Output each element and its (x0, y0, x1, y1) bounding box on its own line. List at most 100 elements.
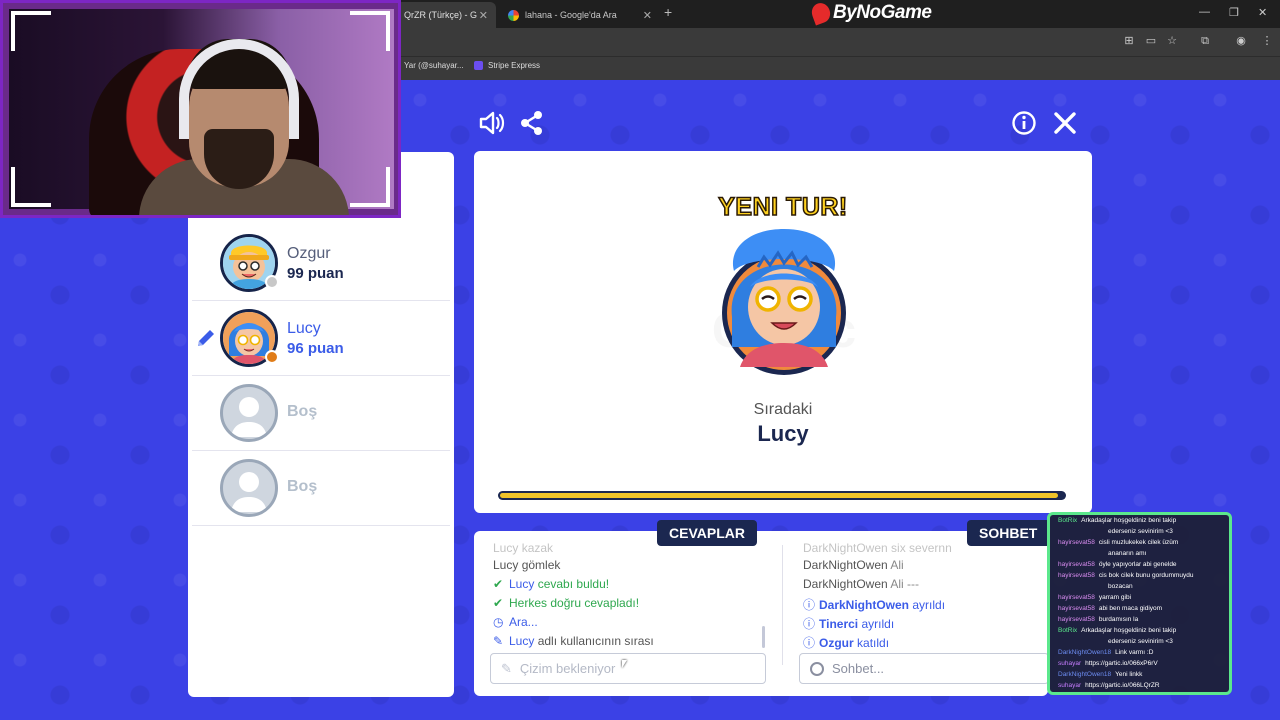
stream-chat-user: hayirsevat58 (1058, 616, 1095, 623)
stream-chat-text: cisli muzlukekek cilek üzüm (1098, 539, 1179, 546)
stream-chat-text: yarram gibi (1098, 594, 1132, 601)
message-text: kazak (521, 541, 554, 555)
clock-icon: ◷ (493, 615, 504, 629)
message-text: Herkes doğru cevapladı! (509, 596, 640, 610)
answer-message: Lucy kazak (493, 541, 553, 555)
stream-chat-line: hayirsevat58 burdamısın la (1058, 616, 1138, 624)
browser-tab-game[interactable]: QrZR (Türkçe) - G ✕ (396, 2, 496, 28)
message-user: Tinerci (819, 617, 859, 631)
menu-icon[interactable]: ⋮ (1260, 35, 1274, 48)
message-text: Ara... (509, 615, 538, 629)
stripe-icon (474, 61, 483, 70)
profile-icon[interactable]: ◉ (1234, 35, 1248, 48)
chat-input[interactable]: Sohbet... (799, 653, 1049, 684)
answers-scrollbar[interactable] (762, 626, 765, 648)
stream-chat-line: hayirsevat58 cis bok cilek bunu gordummuy… (1058, 572, 1194, 580)
stream-chat-text: bozacan (1108, 583, 1133, 590)
player-row[interactable]: Ozgur 99 puan (192, 227, 450, 301)
player-row[interactable]: Lucy 96 puan (192, 302, 450, 376)
tab-answers[interactable]: CEVAPLAR (657, 520, 757, 546)
drawing-pencil-icon (196, 328, 216, 348)
stream-chat-line: suhayar https://gartic.io/066xP6rV (1058, 660, 1158, 668)
stream-chat-line: bozacan (1108, 583, 1133, 591)
player-score: 99 puan (287, 265, 344, 282)
sound-icon[interactable] (477, 109, 505, 137)
message-user: Lucy (493, 541, 519, 555)
bookmark-item[interactable]: Yar (@suhayar... (404, 61, 464, 70)
cast-icon[interactable]: ▭ (1144, 35, 1158, 48)
round-progress-bar (498, 491, 1066, 500)
info-small-icon: ⓘ (803, 636, 816, 650)
message-text: Ali (890, 558, 904, 572)
stream-chat-line: ederseniz sevinirim <3 (1108, 528, 1173, 536)
frame-corner (350, 167, 390, 207)
close-game-icon[interactable] (1051, 109, 1079, 137)
bookmark-item[interactable]: Stripe Express (474, 61, 540, 70)
stream-chat-user: BotRix (1058, 517, 1078, 524)
stream-chat-text: burdamısın la (1098, 616, 1139, 623)
message-user: Lucy (509, 634, 535, 648)
pencil-icon: ✎ (493, 634, 504, 648)
message-text: ayrıldı (861, 617, 895, 631)
bookmark-star-icon[interactable]: ☆ (1165, 35, 1179, 48)
message-user: DarkNightOwen (819, 598, 910, 612)
window-close-icon[interactable]: ✕ (1258, 6, 1267, 19)
players-panel: Ozgur 99 puan Lucy 96 puan Boş Boş (188, 152, 454, 697)
empty-avatar-icon (220, 384, 278, 442)
panel-divider (782, 545, 783, 665)
answer-input-placeholder: Çizim bekleniyor (519, 661, 616, 676)
stream-chat-line: suhayar https://gartic.io/066LQrZR (1058, 682, 1160, 690)
close-tab-icon[interactable]: ✕ (479, 9, 488, 22)
stream-chat-text: ananarın amı (1108, 550, 1147, 557)
info-icon[interactable] (1010, 109, 1038, 137)
player-score: 96 puan (287, 340, 344, 357)
stream-chat-user: DarkNightOwen18 (1058, 649, 1112, 656)
message-text: Ali --- (890, 577, 920, 591)
bookmark-label: Yar (@suhayar... (404, 61, 464, 70)
restore-icon[interactable]: ❐ (1229, 6, 1239, 19)
tab-chat[interactable]: SOHBET (967, 520, 1050, 546)
round-card: Gartic YENI TUR! Sıradaki Lucy (474, 151, 1092, 513)
empty-slot-row: Boş (192, 452, 450, 526)
message-text: cevabı buldu! (537, 577, 610, 591)
empty-slot-row: Boş (192, 377, 450, 451)
stream-chat-line: DarkNightOwen18 Yeni linkk (1058, 671, 1142, 679)
stream-chat-line: DarkNightOwen18 Link varmı :D (1058, 649, 1153, 657)
message-text: katıldı (857, 636, 890, 650)
message-user: Ozgur (819, 636, 854, 650)
answer-message: ✔ Herkes doğru cevapladı! (493, 596, 639, 610)
webcam-feed (9, 9, 394, 215)
stream-chat-overlay: BotRix Arkadaşlar hoşgeldiniz beni takip e… (1047, 512, 1232, 695)
player-name: Ozgur (287, 245, 331, 262)
empty-slot-label: Boş (287, 403, 318, 420)
webcam-overlay (0, 0, 401, 218)
message-user: Lucy (493, 558, 519, 572)
next-label: Sıradaki (753, 401, 813, 418)
translate-icon[interactable]: ⊞ (1122, 35, 1136, 48)
stream-chat-user: hayirsevat58 (1058, 539, 1095, 546)
player-name: Lucy (287, 320, 321, 337)
next-player-avatar (720, 227, 848, 377)
google-icon (508, 9, 519, 21)
answer-message: Lucy gömlek (493, 558, 560, 572)
minimize-icon[interactable]: — (1199, 6, 1210, 18)
chat-bubble-icon (810, 661, 824, 676)
answer-message: ✔ Lucy cevabı buldu! (493, 577, 609, 591)
answer-input[interactable]: ✎ Çizim bekleniyor (490, 653, 766, 684)
new-tab-icon[interactable]: + (664, 4, 672, 20)
bynogame-logo-icon (809, 0, 833, 26)
browser-tab-search[interactable]: lahana - Google'da Ara ✕ (500, 2, 660, 28)
close-tab-icon[interactable]: ✕ (643, 9, 652, 22)
stream-chat-text: https://gartic.io/066xP6rV (1085, 660, 1158, 667)
stream-chat-line: hayirsevat58 cisli muzlukekek cilek üzüm (1058, 539, 1178, 547)
share-icon[interactable] (518, 109, 546, 137)
chat-message: DarkNightOwen Ali --- (803, 577, 919, 591)
chat-message: DarkNightOwen six severnn (803, 541, 952, 555)
message-text: gömlek (521, 558, 561, 572)
mouse-cursor (622, 660, 627, 668)
stream-chat-user: BotRix (1058, 627, 1078, 634)
answer-message: ◷ Ara... (493, 615, 538, 629)
extensions-icon[interactable]: ⧉ (1198, 35, 1212, 48)
tab-title: QrZR (Türkçe) - G (404, 10, 477, 20)
round-banner: YENI TUR! (718, 192, 849, 222)
